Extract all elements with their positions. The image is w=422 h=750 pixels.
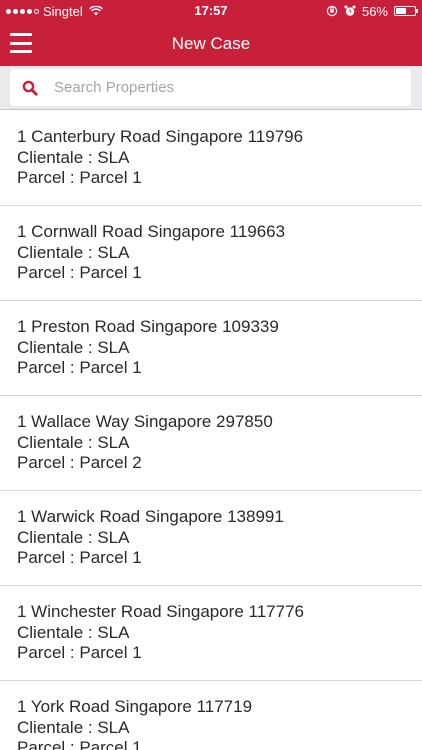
- alarm-icon: [344, 5, 356, 16]
- list-item[interactable]: 1 York Road Singapore 117719 Clientale :…: [0, 681, 422, 750]
- status-right: 56%: [326, 0, 418, 22]
- list-item[interactable]: 1 Cornwall Road Singapore 119663 Clienta…: [0, 206, 422, 301]
- battery-level: [396, 8, 407, 14]
- property-parcel: Parcel : Parcel 1: [17, 548, 142, 567]
- search-bar: [0, 66, 422, 110]
- property-clientale: Clientale : SLA: [17, 147, 130, 167]
- property-list: 1 Canterbury Road Singapore 119796 Clien…: [0, 111, 422, 750]
- property-parcel: Parcel : Parcel 1: [17, 168, 142, 187]
- list-item[interactable]: 1 Warwick Road Singapore 138991 Cliental…: [0, 491, 422, 586]
- list-item[interactable]: 1 Preston Road Singapore 109339 Cliental…: [0, 301, 422, 396]
- property-clientale: Clientale : SLA: [17, 622, 130, 642]
- navigation-bar: New Case: [0, 22, 422, 66]
- property-address: 1 Winchester Road Singapore 117776: [17, 602, 304, 621]
- battery-icon: [394, 6, 418, 16]
- property-parcel: Parcel : Parcel 2: [17, 453, 142, 472]
- property-address: 1 York Road Singapore 117719: [17, 697, 253, 716]
- property-clientale: Clientale : SLA: [17, 717, 130, 737]
- property-parcel: Parcel : Parcel 1: [17, 738, 142, 750]
- property-parcel: Parcel : Parcel 1: [17, 263, 142, 282]
- search-input[interactable]: [54, 79, 384, 96]
- property-clientale: Clientale : SLA: [17, 527, 130, 547]
- property-address: 1 Wallace Way Singapore 297850: [17, 412, 273, 431]
- property-address: 1 Warwick Road Singapore 138991: [17, 507, 284, 526]
- orientation-lock-icon: [326, 5, 338, 17]
- list-item[interactable]: 1 Wallace Way Singapore 297850 Clientale…: [0, 396, 422, 491]
- list-item[interactable]: 1 Winchester Road Singapore 117776 Clien…: [0, 586, 422, 681]
- property-clientale: Clientale : SLA: [17, 337, 130, 357]
- property-address: 1 Canterbury Road Singapore 119796: [17, 127, 304, 146]
- list-item[interactable]: 1 Canterbury Road Singapore 119796 Clien…: [0, 111, 422, 206]
- search-icon: [22, 80, 38, 96]
- property-clientale: Clientale : SLA: [17, 432, 130, 452]
- property-parcel: Parcel : Parcel 1: [17, 643, 142, 662]
- search-box[interactable]: [10, 69, 411, 106]
- property-address: 1 Cornwall Road Singapore 119663: [17, 222, 286, 241]
- status-bar: Singtel 17:57 56%: [0, 0, 422, 22]
- property-address: 1 Preston Road Singapore 109339: [17, 317, 279, 336]
- page-title: New Case: [171, 34, 251, 53]
- battery-percent: 56%: [361, 3, 388, 19]
- property-parcel: Parcel : Parcel 1: [17, 358, 142, 377]
- property-clientale: Clientale : SLA: [17, 242, 130, 262]
